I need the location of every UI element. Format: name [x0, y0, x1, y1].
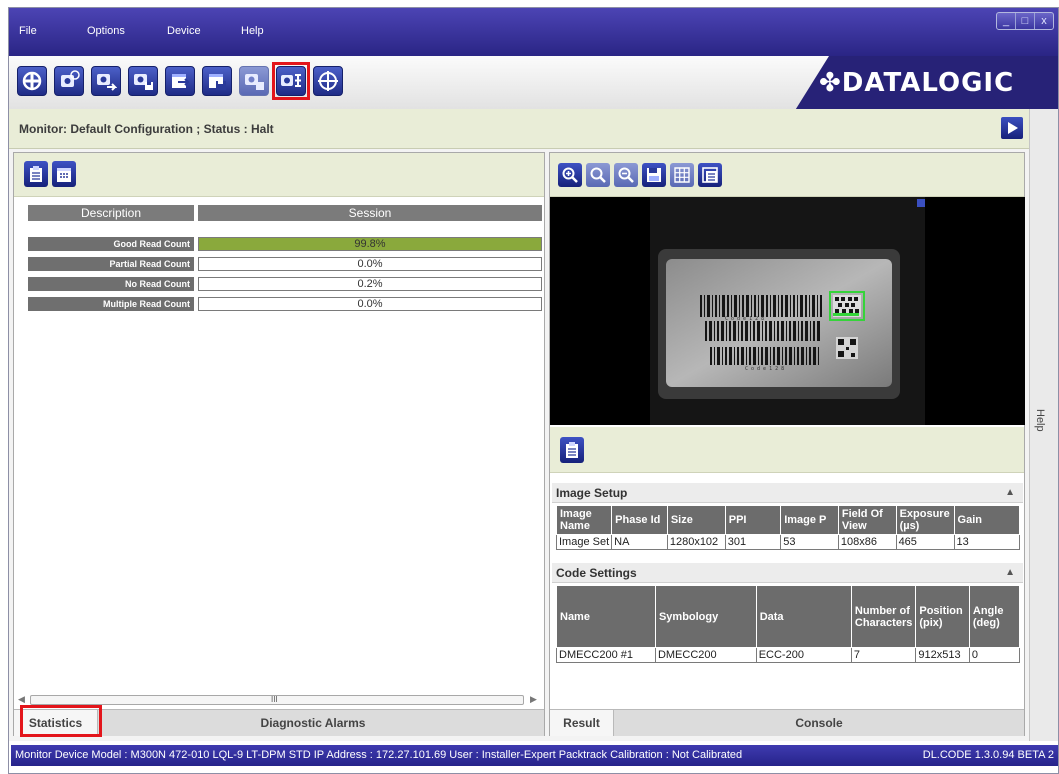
save-config-icon[interactable] — [128, 66, 158, 96]
acquired-image: C o d e 1 2 8 C o d e 1 2 8 — [550, 197, 1025, 425]
statistics-tab-highlight — [20, 705, 102, 737]
menu-file[interactable]: File — [19, 25, 37, 37]
menu-options[interactable]: Options — [87, 25, 125, 37]
version-text: DL.CODE 1.3.0.94 BETA 2 — [922, 749, 1054, 761]
table-row[interactable]: Image Set NA 1280x102 301 53 108x86 465 … — [555, 534, 1021, 550]
collapse-icon[interactable]: ▲ — [1005, 483, 1015, 503]
multiple-read-count-label: Multiple Read Count — [28, 297, 194, 311]
export-icon[interactable] — [165, 66, 195, 96]
tab-diagnostic-alarms[interactable]: Diagnostic Alarms — [98, 710, 528, 736]
getting-started-icon[interactable] — [17, 66, 47, 96]
no-read-count-value: 0.2% — [198, 277, 542, 291]
scroll-grip[interactable]: III — [271, 695, 278, 704]
code-settings-header[interactable]: Code Settings ▲ — [552, 563, 1023, 583]
result-toolbar — [550, 427, 1024, 473]
device-info-text: Monitor Device Model : M300N 472-010 LQL… — [15, 749, 743, 761]
col-name: Name — [556, 585, 656, 648]
scroll-right-icon[interactable]: ▶ — [530, 694, 537, 705]
calendar-icon[interactable] — [52, 161, 76, 187]
logo-mark-icon: ✤ — [819, 68, 842, 98]
status-row: Monitor: Default Configuration ; Status … — [9, 109, 1031, 149]
play-icon — [1008, 122, 1018, 134]
scroll-left-icon[interactable]: ◀ — [18, 694, 25, 705]
col-data: Data — [755, 585, 852, 648]
zoom-100-icon[interactable] — [586, 163, 610, 187]
save-to-file-icon[interactable] — [202, 66, 232, 96]
datalogic-logo: ✤DATALOGIC — [819, 68, 1015, 98]
col-angle: Angle (deg) — [968, 585, 1021, 648]
col-number-of-characters: Number of Characters — [850, 585, 917, 648]
play-button[interactable] — [1001, 117, 1023, 139]
tab-console[interactable]: Console — [614, 710, 1024, 736]
statistics-toolbar — [14, 153, 544, 197]
statistics-panel: Description Session Good Read Count 99.8… — [13, 152, 545, 737]
zoom-in-icon[interactable] — [558, 163, 582, 187]
col-field-of-view: Field Of View — [837, 505, 897, 535]
good-read-count-value: 99.8% — [198, 237, 542, 251]
toolbar: ✤DATALOGIC — [9, 56, 1058, 116]
tab-result[interactable]: Result — [550, 710, 614, 736]
menu-bar: File Options Device Help _ □ x — [9, 8, 1058, 56]
save-image-icon[interactable] — [642, 163, 666, 187]
col-image-p: Image P — [780, 505, 839, 535]
col-size: Size — [666, 505, 726, 535]
right-tab-strip: Result Console — [550, 709, 1024, 736]
col-position: Position (pix) — [915, 585, 970, 648]
target-icon[interactable] — [313, 66, 343, 96]
window-controls: _ □ x — [996, 12, 1054, 30]
save-to-device-icon[interactable] — [91, 66, 121, 96]
session-column-header: Session — [198, 205, 542, 221]
menu-help[interactable]: Help — [241, 25, 264, 37]
open-device-config-icon[interactable] — [54, 66, 84, 96]
clipboard-icon[interactable] — [24, 161, 48, 187]
monitor-status-text: Monitor: Default Configuration ; Status … — [19, 122, 274, 136]
barcode-caption-bottom: C o d e 1 2 8 — [745, 366, 784, 372]
col-image-name: Image Name — [555, 505, 613, 535]
image-toolbar — [550, 153, 1024, 197]
no-read-count-label: No Read Count — [28, 277, 194, 291]
grid-icon[interactable] — [670, 163, 694, 187]
multiple-read-count-value: 0.0% — [198, 297, 542, 311]
monitor-button-highlight — [272, 62, 310, 100]
image-info-icon[interactable] — [917, 199, 925, 207]
app-window: File Options Device Help _ □ x ✤DATALOGI… — [8, 7, 1059, 774]
bottom-status-bar: Monitor Device Model : M300N 472-010 LQL… — [9, 741, 1058, 773]
good-read-count-label: Good Read Count — [28, 237, 194, 251]
table-row[interactable]: DMECC200 #1 DMECC200 ECC-200 7 912x513 0 — [556, 647, 1021, 663]
image-setup-icon[interactable] — [239, 66, 269, 96]
image-result-panel: C o d e 1 2 8 C o d e 1 2 8 Image Setup … — [549, 152, 1025, 736]
help-side-panel[interactable]: Help — [1029, 109, 1058, 741]
image-setup-header[interactable]: Image Setup ▲ — [552, 483, 1023, 503]
image-setup-table: Image Name Phase Id Size PPI Image P Fie… — [555, 505, 1021, 550]
menu-device[interactable]: Device — [167, 25, 201, 37]
col-symbology: Symbology — [654, 585, 757, 648]
col-gain: Gain — [953, 505, 1021, 535]
overlay-icon[interactable] — [698, 163, 722, 187]
barcode-caption-top: C o d e 1 2 8 — [725, 316, 764, 322]
partial-read-count-label: Partial Read Count — [28, 257, 194, 271]
col-exposure: Exposure (µs) — [895, 505, 955, 535]
close-button[interactable]: x — [1035, 13, 1053, 29]
col-phase-id: Phase Id — [611, 505, 668, 535]
image-viewer[interactable]: C o d e 1 2 8 C o d e 1 2 8 — [550, 197, 1025, 425]
help-label: Help — [1034, 409, 1046, 432]
minimize-button[interactable]: _ — [997, 13, 1016, 29]
description-column-header: Description — [28, 205, 194, 221]
code-settings-table: Name Symbology Data Number of Characters… — [556, 585, 1021, 663]
maximize-button[interactable]: □ — [1016, 13, 1035, 29]
partial-read-count-value: 0.0% — [198, 257, 542, 271]
result-clipboard-icon[interactable] — [560, 437, 584, 463]
zoom-out-icon[interactable] — [614, 163, 638, 187]
col-ppi: PPI — [724, 505, 782, 535]
collapse-icon[interactable]: ▲ — [1005, 563, 1015, 583]
